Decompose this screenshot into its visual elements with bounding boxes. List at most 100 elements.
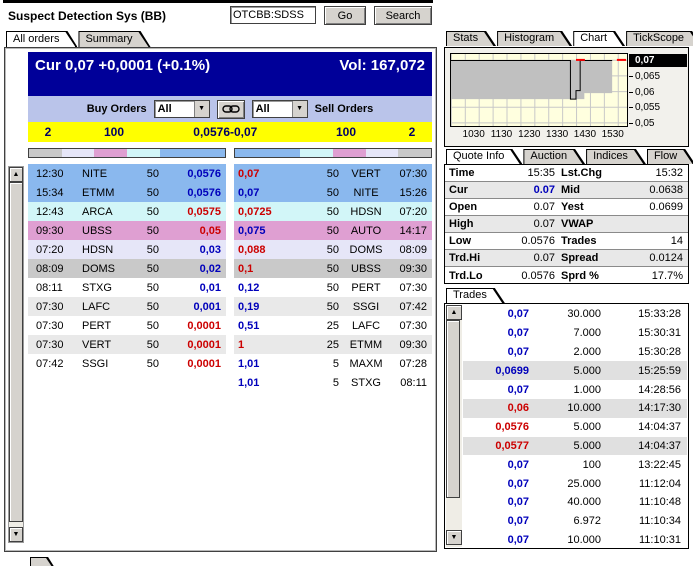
row-divider bbox=[226, 202, 234, 221]
tab-chart[interactable]: Chart bbox=[573, 31, 625, 46]
trade-price: 0,07 bbox=[463, 459, 529, 471]
scrollbar-track[interactable] bbox=[446, 320, 462, 530]
trade-row[interactable]: 0,072.00015:30:28 bbox=[463, 343, 687, 362]
order-time: 07:30 bbox=[387, 282, 427, 294]
order-row[interactable]: 12:30NITE500,05760,0750VERT07:30 bbox=[28, 164, 432, 183]
trade-row[interactable]: 0,076.97211:10:34 bbox=[463, 512, 687, 531]
order-row[interactable]: 1,015STXG08:11 bbox=[28, 373, 432, 392]
tab-indices[interactable]: Indices bbox=[586, 149, 646, 164]
quote-row: Open0.07Yest0.0699 bbox=[445, 199, 688, 216]
order-time: 07:30 bbox=[387, 168, 427, 180]
order-time: 07:30 bbox=[36, 320, 76, 332]
orderbook-tabs: All orders Summary bbox=[6, 31, 152, 47]
depth-segment bbox=[235, 149, 300, 157]
tab-quote-info[interactable]: Quote Info bbox=[446, 149, 522, 164]
order-row[interactable]: 07:42SSGI500,00011,015MAXM07:28 bbox=[28, 354, 432, 373]
trade-time: 15:33:28 bbox=[601, 308, 681, 320]
tab-stats[interactable]: Stats bbox=[446, 31, 496, 46]
trade-row[interactable]: 0,05765.00014:04:37 bbox=[463, 418, 687, 437]
link-sides-button[interactable] bbox=[217, 100, 245, 119]
scrollbar-thumb[interactable] bbox=[446, 320, 460, 498]
y-tick-label: 0,065 bbox=[629, 70, 687, 83]
depth-segment bbox=[333, 149, 366, 157]
tab-tickscope[interactable]: TickScope bbox=[626, 31, 693, 46]
quote-row: High0.07VWAP bbox=[445, 216, 688, 233]
trade-row[interactable]: 0,0710013:22:45 bbox=[463, 455, 687, 474]
sell-side: 0,07550AUTO14:17 bbox=[234, 221, 432, 240]
trade-row[interactable]: 0,0740.00011:10:48 bbox=[463, 493, 687, 512]
tab-flow[interactable]: Flow bbox=[647, 149, 693, 164]
chevron-down-icon[interactable]: ▼ bbox=[292, 101, 307, 117]
market-maker: PERT bbox=[76, 320, 119, 332]
order-size: 50 bbox=[119, 263, 159, 275]
depth-segment bbox=[366, 149, 397, 157]
trades-scrollbar[interactable]: ▲ ▼ bbox=[446, 305, 462, 547]
row-divider bbox=[226, 240, 234, 259]
depth-segment bbox=[398, 149, 431, 157]
buy-side: 07:30VERT500,0001 bbox=[28, 335, 226, 354]
trade-row[interactable]: 0,06995.00015:25:59 bbox=[463, 361, 687, 380]
scrollbar-thumb[interactable] bbox=[9, 182, 23, 522]
trade-price: 0,07 bbox=[463, 515, 529, 527]
quote-value: 14 bbox=[621, 235, 684, 247]
trade-row[interactable]: 0,0725.00011:12:04 bbox=[463, 474, 687, 493]
quote-row: Time15:35Lst.Chg15:32 bbox=[445, 165, 688, 182]
order-row[interactable]: 15:34ETMM500,05760,0750NITE15:26 bbox=[28, 183, 432, 202]
buy-filter-select[interactable]: All ▼ bbox=[154, 100, 210, 118]
order-row[interactable]: 12:43ARCA500,05750,072550HDSN07:20 bbox=[28, 202, 432, 221]
order-time: 08:09 bbox=[387, 244, 427, 256]
tab-trades[interactable]: Trades bbox=[446, 288, 505, 303]
depth-segment bbox=[127, 149, 160, 157]
sell-filter-select[interactable]: All ▼ bbox=[252, 100, 308, 118]
search-button[interactable]: Search bbox=[374, 6, 432, 25]
scroll-down-icon[interactable]: ▼ bbox=[9, 527, 23, 542]
scroll-up-icon[interactable]: ▲ bbox=[9, 167, 23, 182]
trade-row[interactable]: 0,071.00014:28:56 bbox=[463, 380, 687, 399]
x-tick-label: 1430 bbox=[570, 129, 600, 140]
scrollbar-track[interactable] bbox=[9, 182, 23, 527]
order-row[interactable]: 07:30LAFC500,0010,1950SSGI07:42 bbox=[28, 297, 432, 316]
trade-row[interactable]: 0,0610.00014:17:30 bbox=[463, 399, 687, 418]
scroll-up-icon[interactable]: ▲ bbox=[446, 305, 462, 320]
page-title: Suspect Detection Sys (BB) bbox=[8, 9, 166, 23]
scroll-down-icon[interactable]: ▼ bbox=[446, 530, 462, 545]
order-price: 0,0575 bbox=[159, 206, 221, 218]
order-row[interactable]: 09:30UBSS500,050,07550AUTO14:17 bbox=[28, 221, 432, 240]
tab-summary[interactable]: Summary bbox=[78, 31, 150, 47]
trade-time: 11:10:31 bbox=[601, 534, 681, 546]
sell-side: 1,015STXG08:11 bbox=[234, 373, 432, 392]
trade-price: 0,07 bbox=[463, 384, 529, 396]
buy-side: 15:34ETMM500,0576 bbox=[28, 183, 226, 202]
order-row[interactable]: 08:09DOMS500,020,150UBSS09:30 bbox=[28, 259, 432, 278]
trades-panel: ▲ ▼ 0,0730.00015:33:280,077.00015:30:310… bbox=[444, 303, 689, 549]
trade-size: 100 bbox=[529, 459, 601, 471]
market-maker: LAFC bbox=[76, 301, 119, 313]
trade-time: 13:22:45 bbox=[601, 459, 681, 471]
tab-histogram[interactable]: Histogram bbox=[497, 31, 572, 46]
y-tick-label: 0,07 bbox=[629, 54, 687, 67]
orderbook-scrollbar[interactable]: ▲ ▼ bbox=[8, 166, 24, 543]
order-row[interactable]: 07:30VERT500,0001125ETMM09:30 bbox=[28, 335, 432, 354]
order-size: 50 bbox=[119, 225, 159, 237]
trade-row[interactable]: 0,0710.00011:10:31 bbox=[463, 531, 687, 550]
chevron-down-icon[interactable]: ▼ bbox=[194, 101, 209, 117]
market-maker: NITE bbox=[76, 168, 119, 180]
trade-size: 7.000 bbox=[529, 327, 601, 339]
quote-label: Yest bbox=[561, 201, 621, 213]
bottom-partial-tab[interactable] bbox=[30, 555, 124, 566]
quote-value: 15:35 bbox=[497, 167, 561, 179]
market-maker: SSGI bbox=[76, 358, 119, 370]
order-row[interactable]: 08:11STXG500,010,1250PERT07:30 bbox=[28, 278, 432, 297]
depth-segment bbox=[300, 149, 333, 157]
quote-label: Spread bbox=[561, 252, 621, 264]
tab-auction[interactable]: Auction bbox=[523, 149, 585, 164]
sell-side: 0,150UBSS09:30 bbox=[234, 259, 432, 278]
trade-row[interactable]: 0,077.00015:30:31 bbox=[463, 324, 687, 343]
tab-all-orders[interactable]: All orders bbox=[6, 31, 77, 47]
go-button[interactable]: Go bbox=[324, 6, 366, 25]
order-row[interactable]: 07:20HDSN500,030,08850DOMS08:09 bbox=[28, 240, 432, 259]
trade-row[interactable]: 0,05775.00014:04:37 bbox=[463, 437, 687, 456]
trade-row[interactable]: 0,0730.00015:33:28 bbox=[463, 305, 687, 324]
symbol-input[interactable] bbox=[230, 6, 316, 24]
order-row[interactable]: 07:30PERT500,00010,5125LAFC07:30 bbox=[28, 316, 432, 335]
